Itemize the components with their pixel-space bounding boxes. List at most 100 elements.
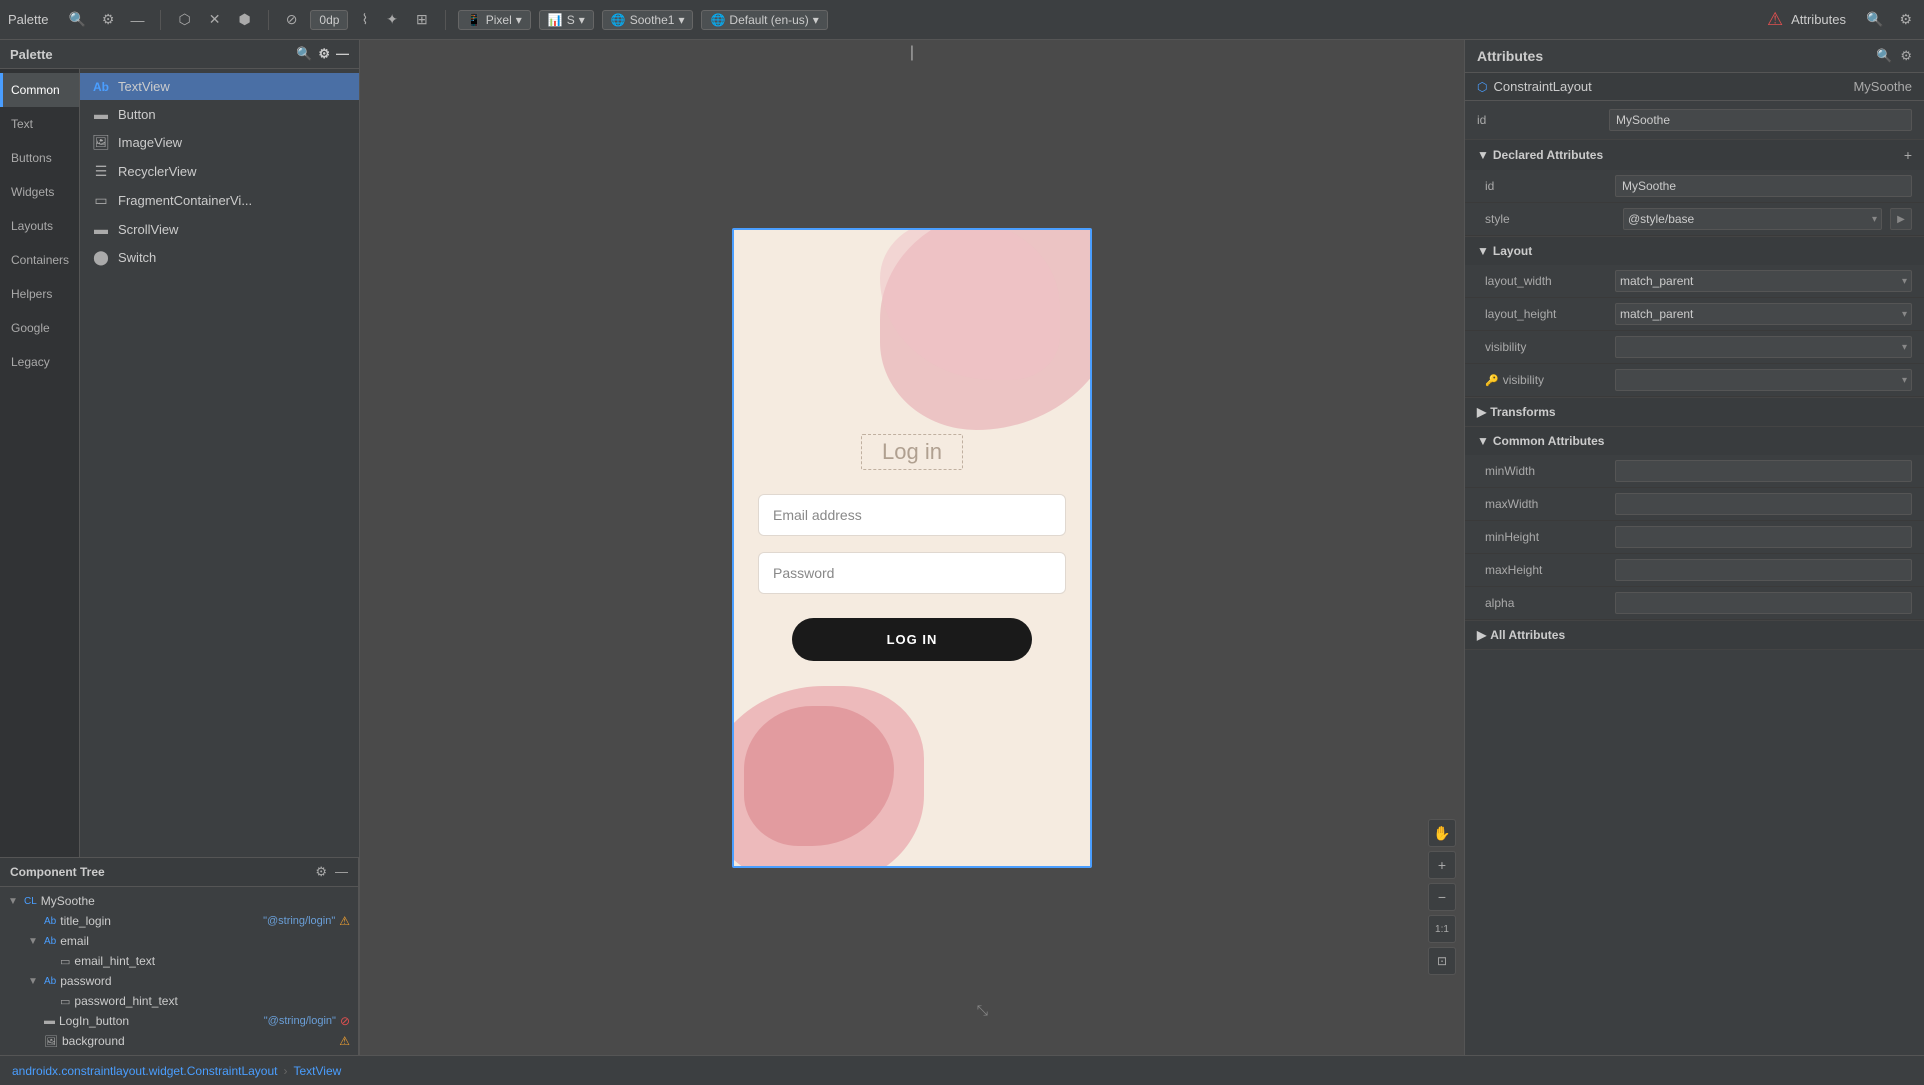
tree-item-title-login[interactable]: Ab title_login "@string/login" ⚠: [0, 911, 358, 931]
maxheight-input[interactable]: [1615, 559, 1912, 581]
sidebar-item-legacy[interactable]: Legacy: [0, 345, 79, 379]
layout-height-row: layout_height match_parent ▾: [1465, 298, 1924, 331]
device-phone-icon: 📱: [467, 13, 482, 27]
sidebar-item-helpers[interactable]: Helpers: [0, 277, 79, 311]
palette-settings-icon[interactable]: ⚙: [98, 9, 119, 30]
minwidth-value: [1615, 460, 1912, 482]
palette-header-settings-icon[interactable]: ⚙: [318, 46, 330, 62]
main-layout: Palette 🔍 ⚙ — Common Text Buttons Widget…: [0, 40, 1924, 1055]
layout-height-dropdown[interactable]: match_parent ▾: [1615, 303, 1912, 325]
palette-item-switch[interactable]: ⬤ Switch: [80, 243, 359, 272]
api-pill[interactable]: 📊 S ▾: [539, 10, 594, 30]
tree-settings-icon[interactable]: ⚙: [315, 864, 327, 880]
zoom-fit-btn[interactable]: ⊡: [1428, 947, 1456, 975]
tree-minimize-icon[interactable]: —: [335, 864, 348, 880]
attr-id-input[interactable]: [1609, 109, 1912, 131]
layout-width-dropdown[interactable]: match_parent ▾: [1615, 270, 1912, 292]
align-btn[interactable]: ⊞: [411, 9, 433, 30]
split-view-btn[interactable]: ⬢: [233, 9, 255, 30]
zoom-pill[interactable]: 0dp: [310, 10, 348, 30]
palette-minimize-icon[interactable]: —: [126, 10, 148, 30]
breadcrumb-constraintlayout[interactable]: androidx.constraintlayout.widget.Constra…: [12, 1064, 278, 1078]
zoom-1to1-btn[interactable]: 1:1: [1428, 915, 1456, 943]
zoom-minus-btn[interactable]: −: [1428, 883, 1456, 911]
layout-width-key: layout_width: [1485, 274, 1615, 288]
recyclerview-label: RecyclerView: [118, 164, 197, 179]
tree-item-password-hint[interactable]: ▭ password_hint_text: [0, 991, 358, 1011]
layout-section: ▼ Layout layout_width match_parent ▾ lay…: [1465, 237, 1924, 398]
breadcrumb-textview[interactable]: TextView: [294, 1064, 342, 1078]
palette-item-textview[interactable]: Ab TextView: [80, 73, 359, 100]
magic-btn[interactable]: ✦: [381, 9, 403, 30]
minwidth-input[interactable]: [1615, 460, 1912, 482]
palette-items: Ab TextView ▬ Button 🖼 ImageView ☰ Recyc…: [80, 69, 359, 857]
sidebar-item-text[interactable]: Text: [0, 107, 79, 141]
zoom-add-btn[interactable]: +: [1428, 851, 1456, 879]
tree-item-password[interactable]: ▼ Ab password: [0, 971, 358, 991]
palette-item-fragmentcontainer[interactable]: ▭ FragmentContainerVi...: [80, 186, 359, 215]
declared-attributes-section: ▼ Declared Attributes + id style @style/…: [1465, 140, 1924, 237]
palette-search-icon[interactable]: 🔍: [64, 9, 89, 30]
palette-item-button[interactable]: ▬ Button: [80, 100, 359, 128]
alpha-value: [1615, 592, 1912, 614]
attr-settings-icon[interactable]: ⚙: [1900, 48, 1912, 64]
locale-pill[interactable]: 🌐 Default (en-us) ▾: [701, 10, 827, 30]
palette-item-recyclerview[interactable]: ☰ RecyclerView: [80, 157, 359, 186]
sidebar-item-layouts[interactable]: Layouts: [0, 209, 79, 243]
transforms-section-header[interactable]: ▶ Transforms: [1465, 398, 1924, 426]
tree-item-login-button[interactable]: ▬ LogIn_button "@string/login" ⊘: [0, 1011, 358, 1031]
transforms-section-title: ▶ Transforms: [1477, 405, 1556, 419]
tree-item-background[interactable]: 🖼 background ⚠: [0, 1031, 358, 1051]
declared-add-icon[interactable]: +: [1904, 147, 1912, 163]
attr-search-icon[interactable]: 🔍: [1876, 48, 1892, 64]
visibility-dropdown-1[interactable]: ▾: [1615, 336, 1912, 358]
palette-header-search-icon[interactable]: 🔍: [296, 46, 312, 62]
no-device-btn[interactable]: ⊘: [281, 9, 303, 30]
sidebar-item-buttons[interactable]: Buttons: [0, 141, 79, 175]
blueprint-view-btn[interactable]: ✕: [204, 9, 226, 30]
locale-label: Default (en-us): [729, 13, 808, 27]
tree-item-mysoothe[interactable]: ▼ CL MySoothe: [0, 891, 358, 911]
alpha-key: alpha: [1485, 596, 1615, 610]
button-label: Button: [118, 107, 156, 122]
resize-handle[interactable]: ⤡: [977, 1002, 988, 1019]
tree-item-email[interactable]: ▼ Ab email: [0, 931, 358, 951]
api-chevron-icon: ▾: [579, 13, 585, 27]
tree-item-email-hint[interactable]: ▭ email_hint_text: [0, 951, 358, 971]
palette-header-minimize-icon[interactable]: —: [336, 46, 349, 62]
design-view-btn[interactable]: ⬡: [173, 9, 195, 30]
all-attributes-section: ▶ All Attributes: [1465, 621, 1924, 650]
mysoothe-expand-icon: ▼: [8, 896, 20, 907]
theme-pill[interactable]: 🌐 Soothe1 ▾: [602, 10, 694, 30]
visibility-row-1: visibility ▾: [1465, 331, 1924, 364]
sidebar-item-google[interactable]: Google: [0, 311, 79, 345]
attributes-settings-icon[interactable]: ⚙: [1895, 9, 1916, 30]
style-more-btn[interactable]: ▶: [1890, 208, 1912, 230]
error-icon[interactable]: ⚠: [1767, 9, 1783, 30]
palette-item-scrollview[interactable]: ▬ ScrollView: [80, 215, 359, 243]
loginbtn-label: LogIn_button: [59, 1014, 256, 1028]
all-section-header[interactable]: ▶ All Attributes: [1465, 621, 1924, 649]
minheight-input[interactable]: [1615, 526, 1912, 548]
alpha-input[interactable]: [1615, 592, 1912, 614]
declared-style-dropdown[interactable]: @style/base ▾: [1623, 208, 1882, 230]
locale-chevron-icon: ▾: [813, 13, 819, 27]
layout-section-header[interactable]: ▼ Layout: [1465, 237, 1924, 265]
declared-section-header[interactable]: ▼ Declared Attributes +: [1465, 140, 1924, 170]
pan-tool-btn[interactable]: ✋: [1428, 819, 1456, 847]
passwordhint-expand: [44, 996, 56, 1007]
device-pill[interactable]: 📱 Pixel ▾: [458, 10, 531, 30]
common-section-header[interactable]: ▼ Common Attributes: [1465, 427, 1924, 455]
attributes-search-icon[interactable]: 🔍: [1862, 9, 1887, 30]
layout-section-title: ▼ Layout: [1477, 244, 1532, 258]
path-btn[interactable]: ⌇: [356, 9, 373, 30]
sidebar-item-widgets[interactable]: Widgets: [0, 175, 79, 209]
layout-chevron-icon: ▼: [1477, 244, 1489, 258]
visibility-dropdown-2[interactable]: ▾: [1615, 369, 1912, 391]
maxwidth-input[interactable]: [1615, 493, 1912, 515]
maxwidth-row: maxWidth: [1465, 488, 1924, 521]
sidebar-item-common[interactable]: Common: [0, 73, 79, 107]
palette-item-imageview[interactable]: 🖼 ImageView: [80, 128, 359, 157]
declared-id-input[interactable]: [1615, 175, 1912, 197]
sidebar-item-containers[interactable]: Containers: [0, 243, 79, 277]
